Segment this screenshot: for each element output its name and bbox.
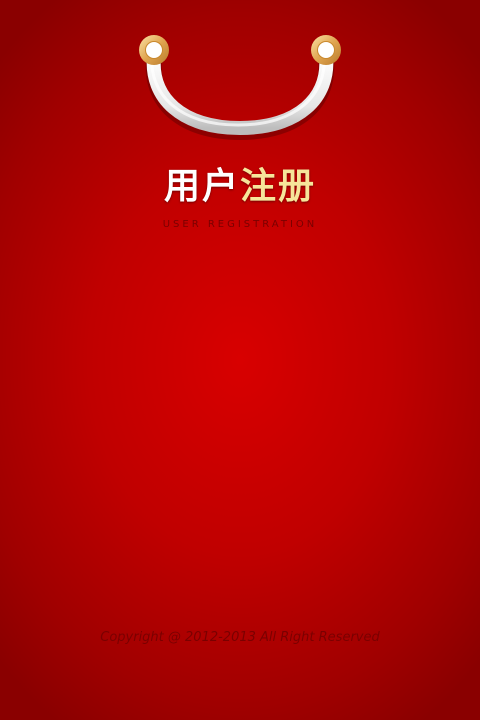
title-part-user: 用户 (163, 166, 240, 207)
bag-handle-icon (139, 35, 341, 141)
page-subtitle: USER REGISTRATION (162, 219, 318, 230)
copyright-text: Copyright @ 2012-2013 All Right Reserved (100, 630, 380, 645)
title-part-register: 注册 (240, 166, 317, 207)
page-title: 用户注册 (0, 165, 480, 209)
registration-screen: 用户注册 USER REGISTRATION Copyright @ 2012-… (0, 0, 480, 720)
